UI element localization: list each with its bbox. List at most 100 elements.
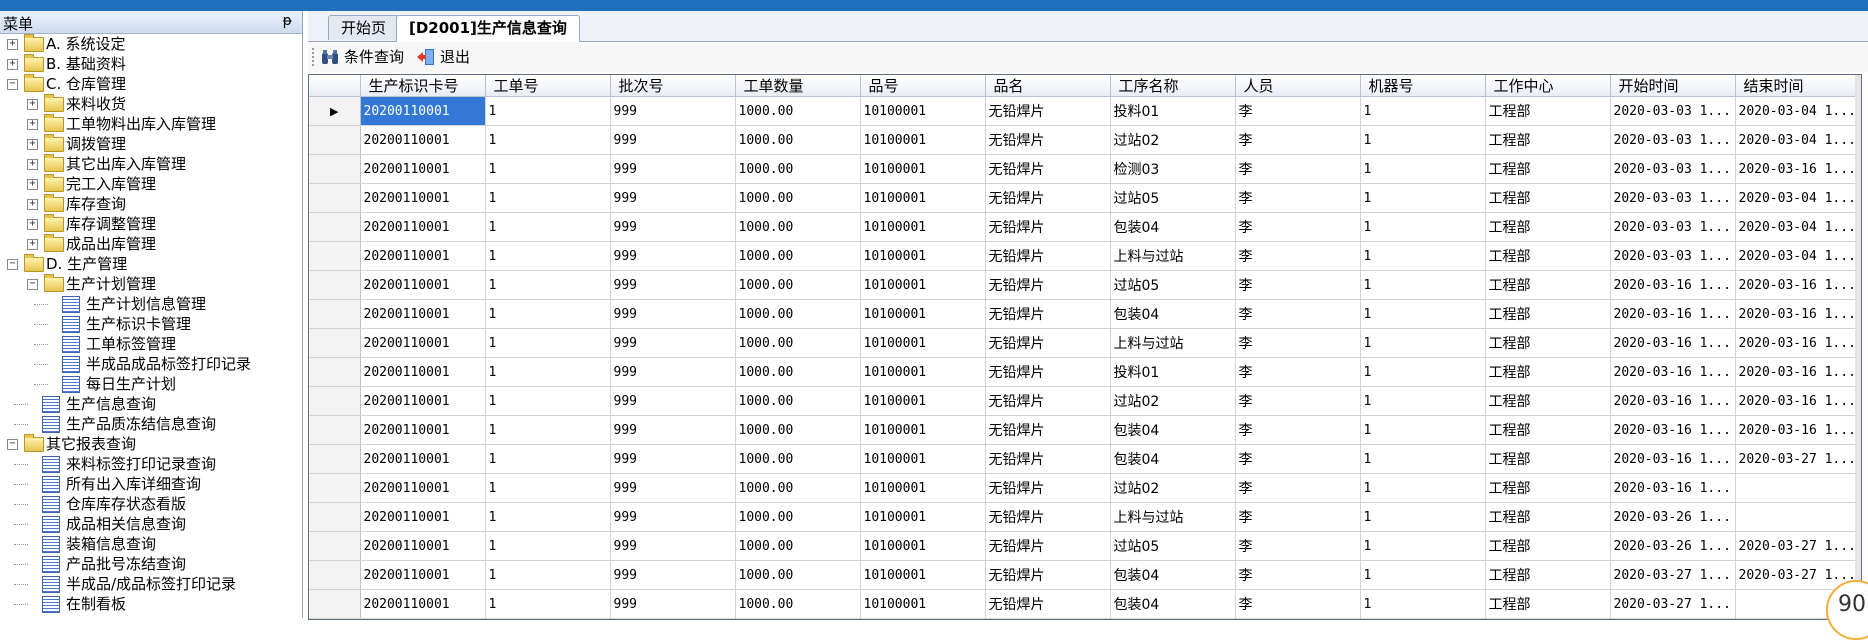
table-cell[interactable]: 无铅焊片 (985, 502, 1111, 532)
menu-item[interactable]: − 生产计划管理 (0, 274, 302, 294)
table-row[interactable]: 20200110001 1 999 1000.00 10100001 无铅焊片 过站02 李 1… (309, 125, 1861, 155)
table-cell[interactable]: 1 (485, 270, 611, 300)
pin-icon[interactable]: ᵽ (283, 13, 292, 29)
table-cell[interactable]: 1 (1360, 415, 1486, 445)
menu-item[interactable]: 生产信息查询 (0, 394, 302, 414)
table-cell[interactable]: 999 (610, 183, 736, 213)
table-cell[interactable]: 无铅焊片 (985, 386, 1111, 416)
expand-icon[interactable]: + (7, 39, 18, 50)
menu-item[interactable]: 所有出入库详细查询 (0, 474, 302, 494)
table-cell[interactable]: 999 (610, 589, 736, 619)
table-cell[interactable]: 李 (1235, 357, 1361, 387)
table-cell[interactable]: 10100001 (860, 386, 986, 416)
table-cell[interactable]: 10100001 (860, 502, 986, 532)
table-cell[interactable]: 2020-03-03 1... (1610, 212, 1736, 242)
table-cell[interactable]: 20200110001 (360, 444, 486, 474)
menu-item[interactable]: 装箱信息查询 (0, 534, 302, 554)
table-cell[interactable]: 2020-03-27 1... (1735, 444, 1861, 474)
table-cell[interactable]: 1 (485, 502, 611, 532)
table-cell[interactable]: 10100001 (860, 212, 986, 242)
table-row[interactable]: 20200110001 1 999 1000.00 10100001 无铅焊片 包装04 李 1… (309, 299, 1861, 329)
collapse-icon[interactable]: − (7, 439, 18, 450)
table-cell[interactable]: 1000.00 (735, 154, 861, 184)
table-cell[interactable]: 2020-03-27 1... (1735, 531, 1861, 561)
table-cell[interactable]: 过站05 (1110, 531, 1236, 561)
table-cell[interactable]: 包装04 (1110, 589, 1236, 619)
row-indicator[interactable] (309, 154, 361, 184)
row-indicator[interactable] (309, 270, 361, 300)
table-cell[interactable]: 无铅焊片 (985, 357, 1111, 387)
table-cell[interactable]: 无铅焊片 (985, 328, 1111, 358)
table-cell[interactable]: 无铅焊片 (985, 125, 1111, 155)
table-cell[interactable]: 无铅焊片 (985, 241, 1111, 271)
table-row[interactable]: 20200110001 1 999 1000.00 10100001 无铅焊片 检测03 李 1… (309, 154, 1861, 184)
table-cell[interactable]: 2020-03-16 1... (1735, 415, 1861, 445)
table-cell[interactable]: 1 (485, 415, 611, 445)
table-cell[interactable]: 无铅焊片 (985, 299, 1111, 329)
table-cell[interactable]: 1000.00 (735, 212, 861, 242)
table-row[interactable]: 20200110001 1 999 1000.00 10100001 无铅焊片 包装04 李 1… (309, 589, 1861, 619)
table-cell[interactable]: 1 (485, 212, 611, 242)
table-cell[interactable]: 10100001 (860, 357, 986, 387)
table-cell[interactable]: 李 (1235, 531, 1361, 561)
row-indicator[interactable] (309, 328, 361, 358)
table-cell[interactable]: 1 (485, 125, 611, 155)
menu-item[interactable]: 产品批号冻结查询 (0, 554, 302, 574)
table-cell[interactable]: 工程部 (1485, 183, 1611, 213)
table-cell[interactable]: 1 (1360, 270, 1486, 300)
table-cell[interactable] (1735, 502, 1861, 532)
table-cell[interactable]: 1000.00 (735, 531, 861, 561)
table-cell[interactable]: 李 (1235, 299, 1361, 329)
column-header[interactable]: 批次号 (610, 75, 736, 97)
table-cell[interactable]: 999 (610, 154, 736, 184)
table-cell[interactable]: 2020-03-04 1... (1735, 241, 1861, 271)
table-cell[interactable]: 工程部 (1485, 154, 1611, 184)
table-cell[interactable]: 过站02 (1110, 125, 1236, 155)
table-row[interactable]: 20200110001 1 999 1000.00 10100001 无铅焊片 包装04 李 1… (309, 415, 1861, 445)
table-cell[interactable]: 包装04 (1110, 212, 1236, 242)
menu-item[interactable]: 成品相关信息查询 (0, 514, 302, 534)
table-cell[interactable]: 工程部 (1485, 357, 1611, 387)
table-cell[interactable]: 1 (1360, 125, 1486, 155)
menu-item[interactable]: 半成品/成品标签打印记录 (0, 574, 302, 594)
table-cell[interactable]: 李 (1235, 328, 1361, 358)
condition-query-button[interactable]: 条件查询 (320, 46, 404, 68)
table-cell[interactable]: 20200110001 (360, 386, 486, 416)
table-cell[interactable]: 无铅焊片 (985, 473, 1111, 503)
table-cell[interactable]: 10100001 (860, 531, 986, 561)
table-cell[interactable]: 2020-03-16 1... (1735, 328, 1861, 358)
table-cell[interactable]: 999 (610, 386, 736, 416)
table-cell[interactable]: 上料与过站 (1110, 241, 1236, 271)
expand-icon[interactable]: + (27, 139, 38, 150)
table-cell[interactable]: 1000.00 (735, 589, 861, 619)
table-row[interactable]: 20200110001 1 999 1000.00 10100001 无铅焊片 上料与过站李… (309, 241, 1861, 271)
menu-item[interactable]: + B. 基础资料 (0, 54, 302, 74)
table-cell[interactable]: 李 (1235, 473, 1361, 503)
menu-item[interactable]: 生产品质冻结信息查询 (0, 414, 302, 434)
menu-item[interactable]: + 工单物料出库入库管理 (0, 114, 302, 134)
row-indicator[interactable] (309, 560, 361, 590)
row-indicator[interactable] (309, 212, 361, 242)
table-cell[interactable]: 李 (1235, 386, 1361, 416)
table-cell[interactable]: 1 (1360, 299, 1486, 329)
table-cell[interactable]: 过站05 (1110, 183, 1236, 213)
table-cell[interactable]: 10100001 (860, 415, 986, 445)
row-indicator[interactable] (309, 473, 361, 503)
menu-item[interactable]: + 库存调整管理 (0, 214, 302, 234)
table-cell[interactable]: 工程部 (1485, 502, 1611, 532)
table-cell[interactable]: 1 (485, 241, 611, 271)
table-cell[interactable] (1735, 473, 1861, 503)
table-cell[interactable]: 李 (1235, 444, 1361, 474)
table-cell[interactable]: 2020-03-16 1... (1735, 299, 1861, 329)
table-cell[interactable]: 999 (610, 560, 736, 590)
table-cell[interactable]: 工程部 (1485, 589, 1611, 619)
expand-icon[interactable]: + (27, 99, 38, 110)
table-cell[interactable]: 20200110001 (360, 502, 486, 532)
row-indicator[interactable] (309, 299, 361, 329)
table-cell[interactable]: 工程部 (1485, 473, 1611, 503)
table-cell[interactable]: 包装04 (1110, 415, 1236, 445)
expand-icon[interactable]: + (27, 159, 38, 170)
column-header[interactable]: 工单数量 (735, 75, 861, 97)
table-cell[interactable]: 1 (1360, 386, 1486, 416)
table-cell[interactable]: 999 (610, 444, 736, 474)
